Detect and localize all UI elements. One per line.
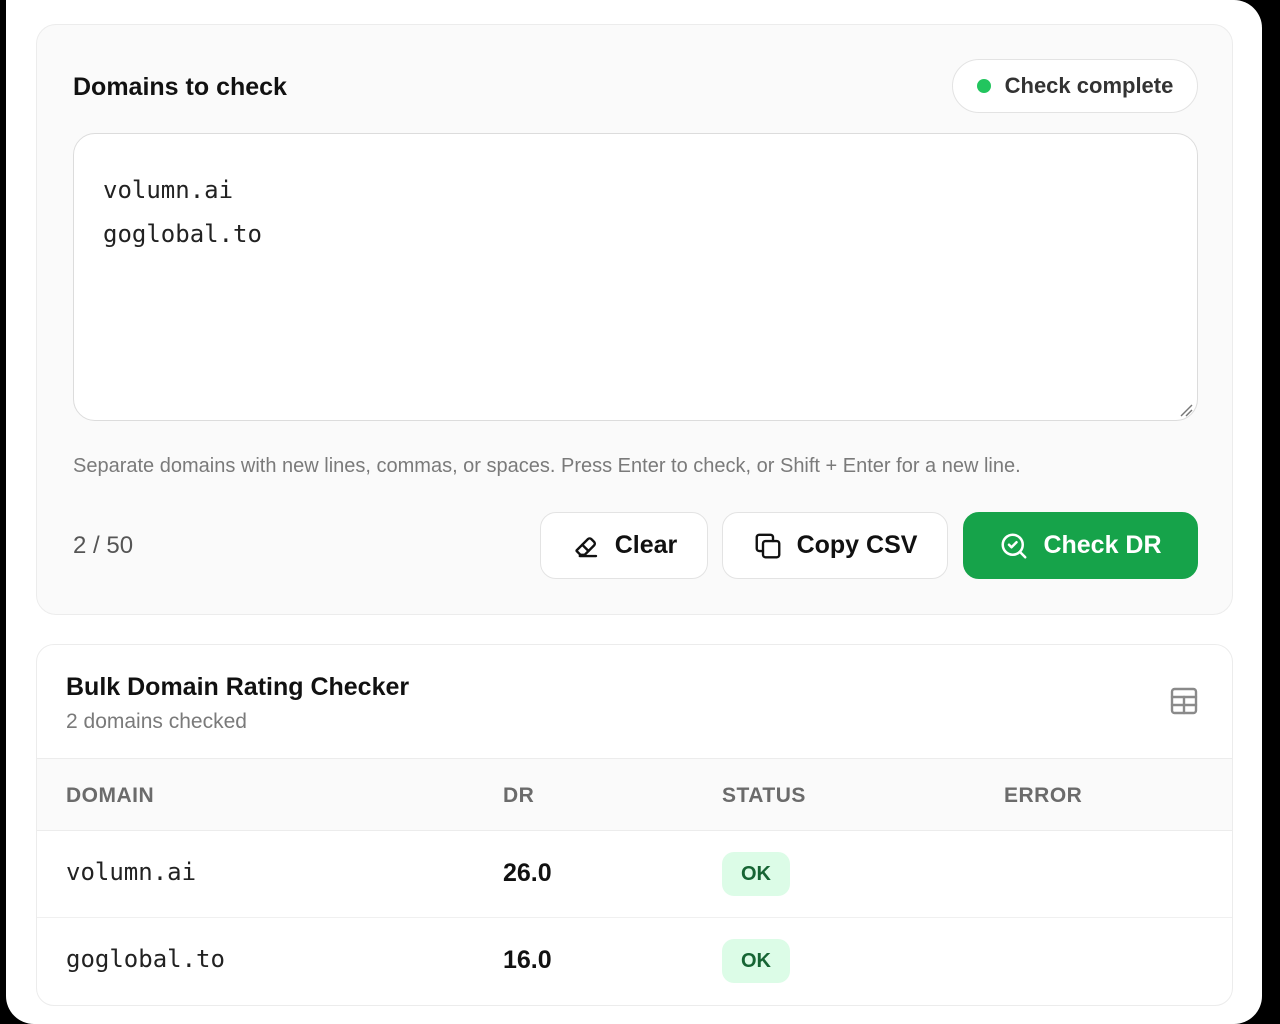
column-header-status: STATUS [722,784,806,807]
clear-button[interactable]: Clear [540,512,708,579]
cell-domain: volumn.ai [66,858,197,886]
domains-textarea[interactable]: volumn.ai goglobal.to [73,133,1198,421]
clear-button-label: Clear [614,531,678,559]
column-header-dr: DR [503,784,535,807]
table-row: volumn.ai 26.0 OK [37,831,1232,918]
cell-dr: 26.0 [503,859,552,887]
domain-count: 2 / 50 [73,532,134,559]
status-badge: OK [722,852,790,896]
check-dr-button-label: Check DR [1043,531,1162,559]
results-title: Bulk Domain Rating Checker [66,673,410,701]
column-header-error: ERROR [1004,784,1083,807]
column-header-domain: DOMAIN [66,784,155,807]
table-row: goglobal.to 16.0 OK [37,918,1232,1005]
cell-dr: 16.0 [503,946,552,974]
status-pill: Check complete [952,59,1198,113]
results-card: Bulk Domain Rating Checker 2 domains che… [36,644,1233,1006]
status-badge: OK [722,939,790,983]
resize-grip-icon[interactable] [1179,403,1193,417]
status-label: Check complete [1004,73,1174,98]
status-dot-icon [976,79,991,93]
cell-domain: goglobal.to [66,945,225,973]
domains-input-card: Domains to check Check complete volumn.a… [36,24,1233,615]
results-subtitle: 2 domains checked [66,710,247,733]
check-dr-button[interactable]: Check DR [963,512,1198,579]
copy-icon [755,533,780,558]
input-hint: Separate domains with new lines, commas,… [73,455,1021,477]
eraser-icon [575,536,597,557]
table-header: DOMAIN DR STATUS ERROR [37,758,1232,831]
search-check-icon [1001,533,1027,558]
input-card-title: Domains to check [73,73,287,101]
app-window: Domains to check Check complete volumn.a… [6,0,1262,1024]
copy-csv-button[interactable]: Copy CSV [722,512,948,579]
copy-csv-button-label: Copy CSV [796,531,918,559]
table-icon[interactable] [1168,685,1200,717]
